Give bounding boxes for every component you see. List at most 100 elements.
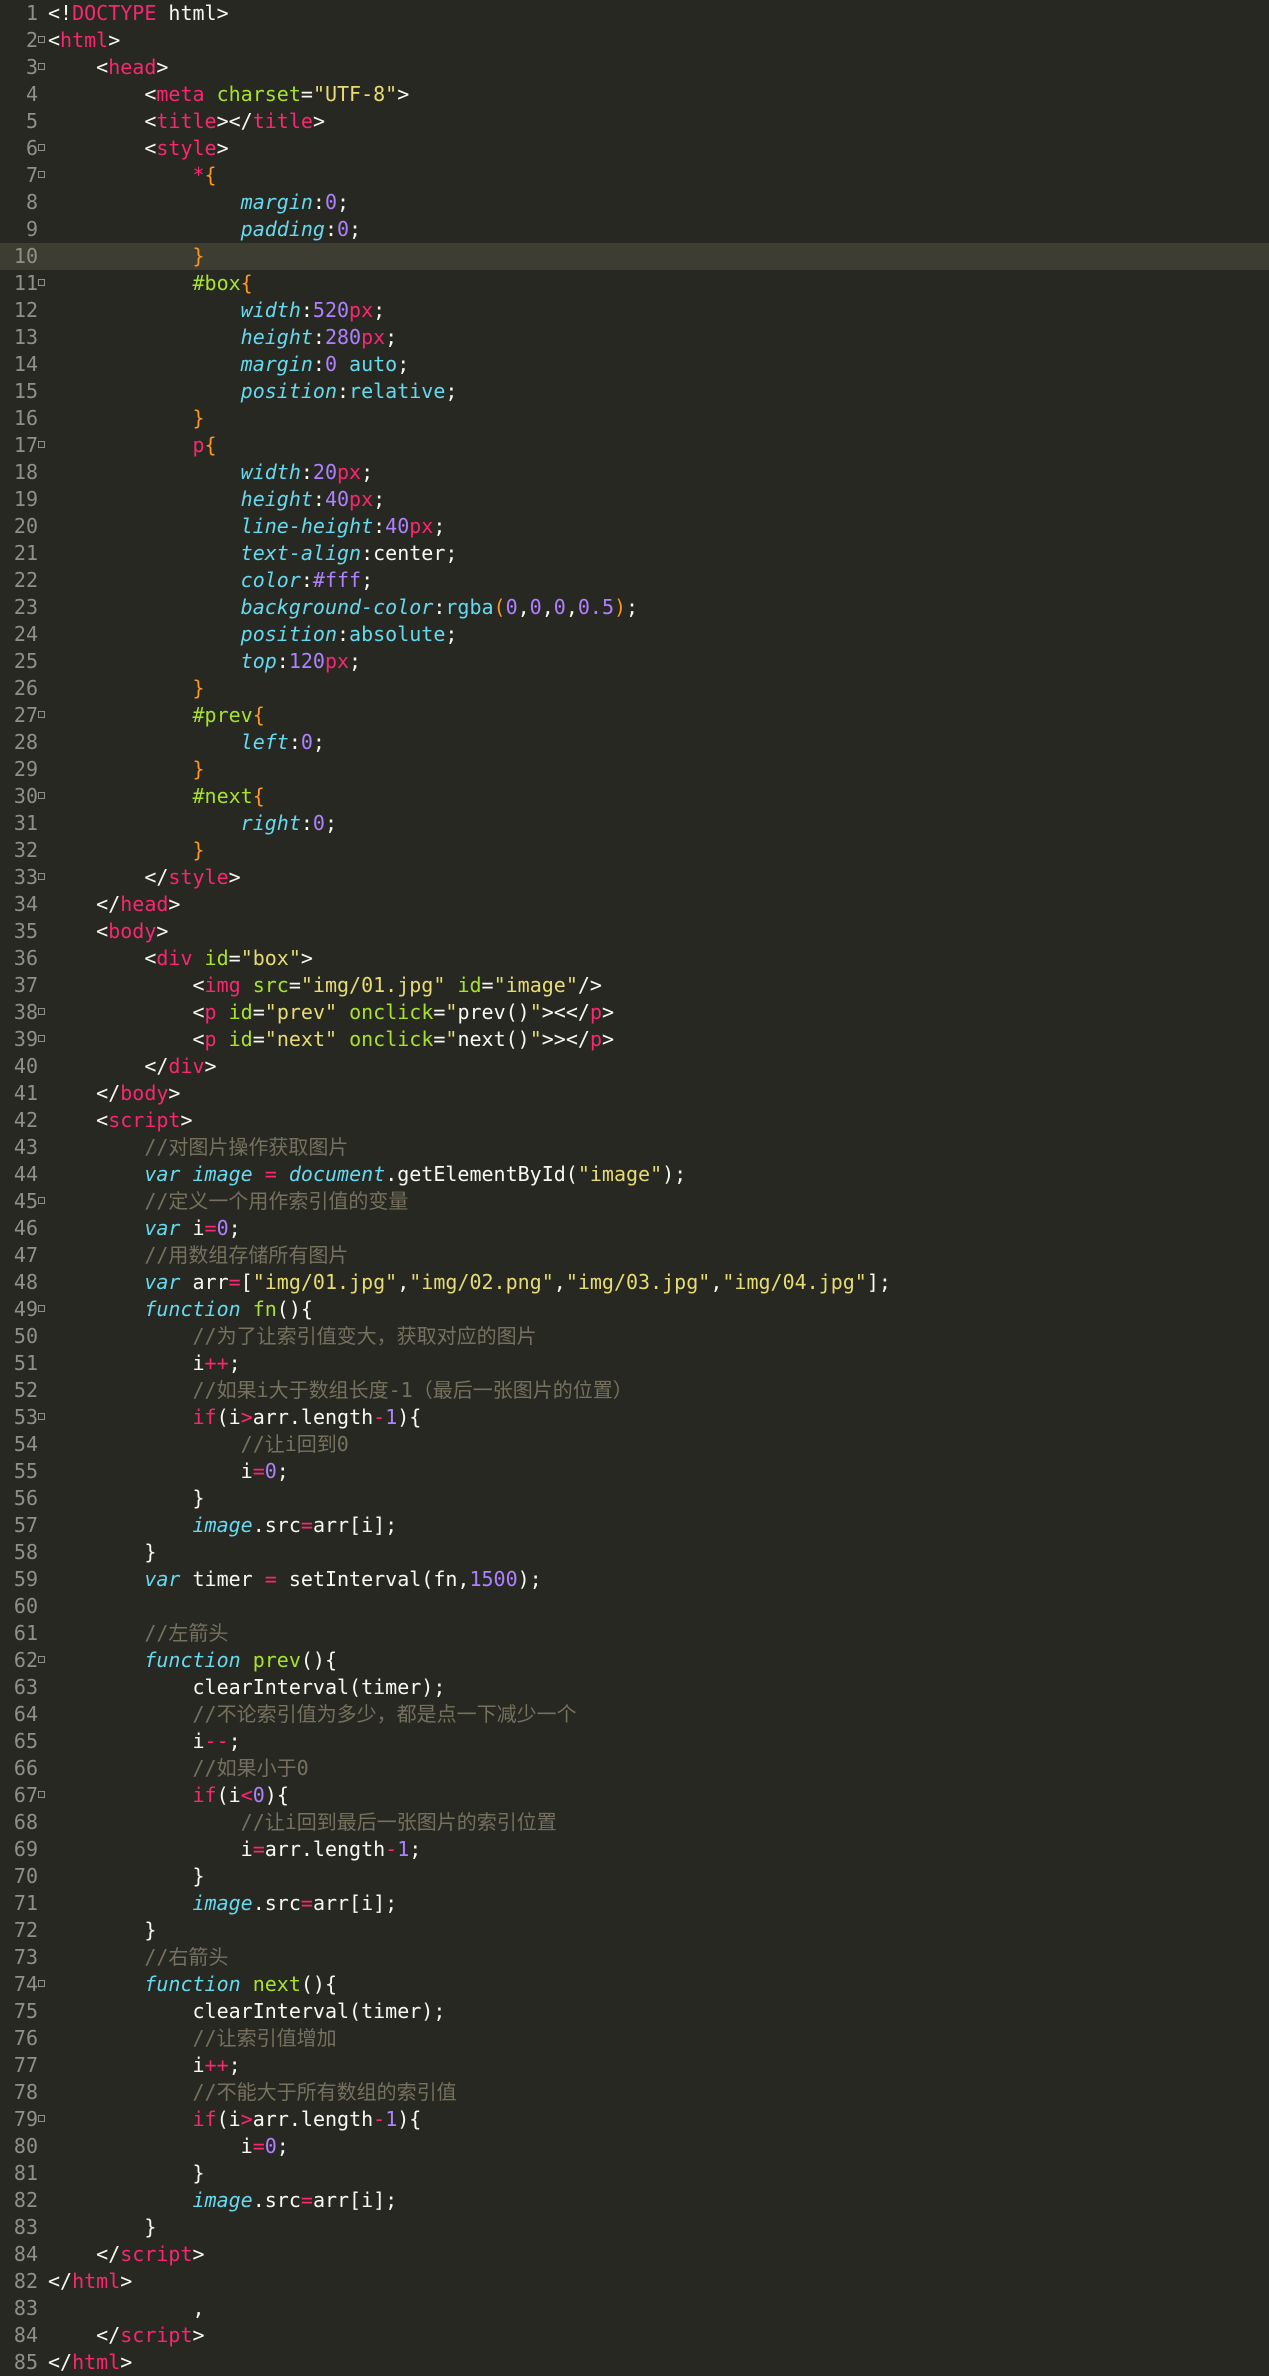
code-line[interactable]: 4 <meta charset="UTF-8"> [0,81,1269,108]
fold-toggle-icon[interactable] [38,711,45,718]
code-line[interactable]: 74 function next(){ [0,1971,1269,1998]
code-line[interactable]: 23 background-color:rgba(0,0,0,0.5); [0,594,1269,621]
code-line[interactable]: 27 #prev{ [0,702,1269,729]
fold-toggle-icon[interactable] [38,873,45,880]
code-line[interactable]: 8 margin:0; [0,189,1269,216]
code-line[interactable]: 62 function prev(){ [0,1647,1269,1674]
code-line[interactable]: 49 function fn(){ [0,1296,1269,1323]
code-line[interactable]: 35 <body> [0,918,1269,945]
code-line[interactable]: 9 padding:0; [0,216,1269,243]
code-line[interactable]: 79 if(i>arr.length-1){ [0,2106,1269,2133]
code-line[interactable]: 82 </html> [0,2268,1269,2295]
fold-toggle-icon[interactable] [38,2115,45,2122]
code-line[interactable]: 48 var arr=["img/01.jpg","img/02.png","i… [0,1269,1269,1296]
code-line[interactable]: 39 <p id="next" onclick="next()">></p> [0,1026,1269,1053]
code-line[interactable]: 68 //让i回到最后一张图片的索引位置 [0,1809,1269,1836]
code-line[interactable]: 29 } [0,756,1269,783]
fold-toggle-icon[interactable] [38,792,45,799]
code-line[interactable]: 84 </script> [0,2241,1269,2268]
code-line[interactable]: 30 #next{ [0,783,1269,810]
code-line[interactable]: 64 //不论索引值为多少，都是点一下减少一个 [0,1701,1269,1728]
fold-toggle-icon[interactable] [38,171,45,178]
code-line[interactable]: 32 } [0,837,1269,864]
code-line[interactable]: 14 margin:0 auto; [0,351,1269,378]
code-line[interactable]: 1 <!DOCTYPE html> [0,0,1269,27]
fold-toggle-icon[interactable] [38,1656,45,1663]
code-line[interactable]: 73 //右箭头 [0,1944,1269,1971]
fold-toggle-icon[interactable] [38,441,45,448]
code-editor[interactable]: 1 <!DOCTYPE html> 2 <html> 3 <head> 4 <meta c… [0,0,1269,2374]
code-line[interactable]: 36 <div id="box"> [0,945,1269,972]
code-line[interactable]: 45 //定义一个用作索引值的变量 [0,1188,1269,1215]
code-line[interactable]: 50 //为了让索引值变大，获取对应的图片 [0,1323,1269,1350]
code-line[interactable]: 34 </head> [0,891,1269,918]
code-line[interactable]: 13 height:280px; [0,324,1269,351]
code-line[interactable]: 60 [0,1593,1269,1620]
code-line[interactable]: 81 } [0,2160,1269,2187]
code-line[interactable]: 25 top:120px; [0,648,1269,675]
code-line[interactable]: 5 <title></title> [0,108,1269,135]
code-line[interactable]: 16 } [0,405,1269,432]
code-line[interactable]: 65 i--; [0,1728,1269,1755]
fold-toggle-icon[interactable] [38,1035,45,1042]
fold-toggle-icon[interactable] [38,1305,45,1312]
code-line[interactable]: 52 //如果i大于数组长度-1（最后一张图片的位置） [0,1377,1269,1404]
code-line[interactable]: 28 left:0; [0,729,1269,756]
code-line[interactable]: 3 <head> [0,54,1269,81]
code-line[interactable]: 67 if(i<0){ [0,1782,1269,1809]
code-line[interactable]: 69 i=arr.length-1; [0,1836,1269,1863]
fold-toggle-icon[interactable] [38,1980,45,1987]
code-line[interactable]: 55 i=0; [0,1458,1269,1485]
code-line[interactable]: 85 </html> [0,2349,1269,2376]
code-line[interactable]: 83 } [0,2214,1269,2241]
code-line[interactable]: 46 var i=0; [0,1215,1269,1242]
fold-toggle-icon[interactable] [38,144,45,151]
code-line[interactable]: 80 i=0; [0,2133,1269,2160]
code-line[interactable]: 77 i++; [0,2052,1269,2079]
code-line[interactable]: 51 i++; [0,1350,1269,1377]
code-line[interactable]: 20 line-height:40px; [0,513,1269,540]
code-line[interactable]: 37 <img src="img/01.jpg" id="image"/> [0,972,1269,999]
fold-toggle-icon[interactable] [38,36,45,43]
code-line[interactable]: 76 //让索引值增加 [0,2025,1269,2052]
code-line[interactable]: 2 <html> [0,27,1269,54]
code-line[interactable]: 38 <p id="prev" onclick="prev()"><</p> [0,999,1269,1026]
code-line[interactable]: 56 } [0,1485,1269,1512]
code-line[interactable]: 84 </script> [0,2322,1269,2349]
code-line[interactable]: 61 //左箭头 [0,1620,1269,1647]
code-line[interactable]: 54 //让i回到0 [0,1431,1269,1458]
code-line[interactable]: 57 image.src=arr[i]; [0,1512,1269,1539]
code-line[interactable]: 82 image.src=arr[i]; [0,2187,1269,2214]
fold-toggle-icon[interactable] [38,1197,45,1204]
code-line[interactable]: 33 </style> [0,864,1269,891]
code-line[interactable]: 70 } [0,1863,1269,1890]
code-line[interactable]: 58 } [0,1539,1269,1566]
code-line[interactable]: 78 //不能大于所有数组的索引值 [0,2079,1269,2106]
code-line[interactable]: 72 } [0,1917,1269,1944]
code-line[interactable]: 43 //对图片操作获取图片 [0,1134,1269,1161]
code-line[interactable]: 21 text-align:center; [0,540,1269,567]
fold-toggle-icon[interactable] [38,1008,45,1015]
code-line[interactable]: 19 height:40px; [0,486,1269,513]
fold-toggle-icon[interactable] [38,1413,45,1420]
code-line[interactable]: 7 *{ [0,162,1269,189]
code-line[interactable]: 11 #box{ [0,270,1269,297]
code-line[interactable]: 66 //如果小于0 [0,1755,1269,1782]
code-line[interactable]: 75 clearInterval(timer); [0,1998,1269,2025]
code-line[interactable]: 40 </div> [0,1053,1269,1080]
code-line[interactable]: 24 position:absolute; [0,621,1269,648]
code-line[interactable]: 47 //用数组存储所有图片 [0,1242,1269,1269]
code-line[interactable]: 42 <script> [0,1107,1269,1134]
fold-toggle-icon[interactable] [38,279,45,286]
code-line[interactable]: 31 right:0; [0,810,1269,837]
code-line[interactable]: 71 image.src=arr[i]; [0,1890,1269,1917]
code-line[interactable]: 17 p{ [0,432,1269,459]
code-line[interactable]: 6 <style> [0,135,1269,162]
code-line[interactable]: 44 var image = document.getElementById("… [0,1161,1269,1188]
code-line[interactable]: 59 var timer = setInterval(fn,1500); [0,1566,1269,1593]
code-line[interactable]: 83 , [0,2295,1269,2322]
code-line[interactable]: 10 } [0,243,1269,270]
code-line[interactable]: 22 color:#fff; [0,567,1269,594]
code-line[interactable]: 15 position:relative; [0,378,1269,405]
code-line[interactable]: 53 if(i>arr.length-1){ [0,1404,1269,1431]
